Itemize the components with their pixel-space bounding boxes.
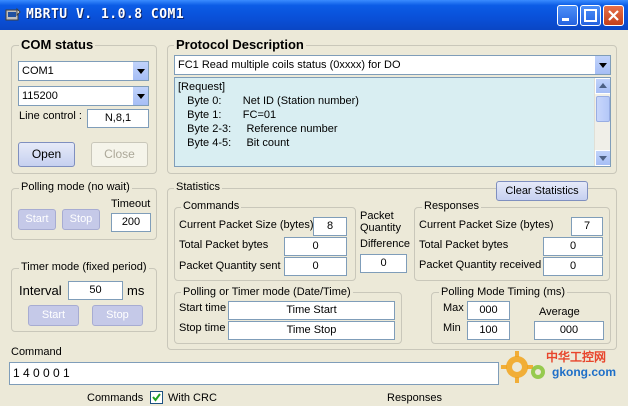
polling-timing-title: Polling Mode Timing (ms) [439,286,568,298]
title-bar[interactable]: MBRTU V. 1.0.8 COM1 [0,0,628,30]
chevron-down-icon[interactable] [132,87,148,105]
commands-stats-title: Commands [181,200,242,212]
resp-current-size-label: Current Packet Size (bytes) [419,219,554,231]
timeout-field[interactable]: 200 [111,213,151,232]
cmd-quantity-field[interactable]: 0 [284,257,347,276]
date-time-title: Polling or Timer mode (Date/Time) [181,286,353,298]
difference-label-line3: Difference [360,238,410,250]
start-time-label: Start time [179,302,227,314]
protocol-line: Byte 2-3: Reference number [178,123,338,135]
watermark-cn: 中华工控网 [546,350,607,364]
close-button[interactable] [603,5,624,26]
function-code-select[interactable]: FC1 Read multiple coils status (0xxxx) f… [174,55,611,75]
command-input[interactable]: 1 4 0 0 0 1 [9,362,499,385]
minimize-icon [562,18,569,21]
timer-stop-button[interactable]: Stop [92,305,143,326]
polling-stop-button[interactable]: Stop [62,209,100,230]
line-control-field[interactable]: N,8,1 [87,109,149,128]
timeout-label: Timeout [111,198,151,210]
maximize-icon [584,9,597,22]
line-control-label: Line control : [19,110,82,122]
clear-statistics-button[interactable]: Clear Statistics [496,181,588,201]
resp-quantity-label: Packet Quantity received [419,259,542,271]
baud-rate-select[interactable]: 115200 [18,86,149,106]
with-crc-label: With CRC [168,392,217,404]
difference-field[interactable]: 0 [360,254,407,273]
baud-rate-value: 115200 [22,90,58,102]
command-label: Command [11,346,62,358]
resp-total-label: Total Packet bytes [419,239,509,251]
cmd-total-field[interactable]: 0 [284,237,347,256]
average-field[interactable]: 000 [534,321,604,340]
protocol-line: [Request] [178,81,226,93]
cmd-current-size-field[interactable]: 8 [313,217,347,236]
max-label: Max [443,302,464,314]
maximize-button[interactable] [580,5,601,26]
app-icon [5,7,21,21]
protocol-line: Byte 0: Net ID (Station number) [178,95,359,107]
min-field[interactable]: 100 [467,321,510,340]
min-label: Min [443,322,461,334]
cmd-total-label: Total Packet bytes [179,239,269,251]
stop-time-field[interactable]: Time Stop [228,321,395,340]
minimize-button[interactable] [557,5,578,26]
scroll-up-icon[interactable] [595,78,610,94]
window-title: MBRTU V. 1.0.8 COM1 [26,7,185,22]
com-port-value: COM1 [22,65,54,77]
polling-mode-title: Polling mode (no wait) [19,181,132,193]
average-label: Average [539,306,580,318]
responses-stats-title: Responses [422,200,482,212]
scroll-down-icon[interactable] [595,150,610,166]
resp-total-field[interactable]: 0 [543,237,603,256]
close-port-button[interactable]: Close [91,142,148,167]
interval-unit: ms [127,283,145,298]
protocol-line: Byte 4-5: Bit count [178,137,290,149]
close-icon [608,10,619,21]
resp-current-size-field[interactable]: 7 [571,217,603,236]
protocol-title: Protocol Description [174,37,306,52]
polling-start-button[interactable]: Start [18,209,56,230]
statistics-title: Statistics [174,181,223,193]
timer-start-button[interactable]: Start [28,305,79,326]
max-field[interactable]: 000 [467,301,510,320]
chevron-down-icon[interactable] [132,62,148,80]
watermark-en: gkong.com [552,365,617,379]
difference-label-line1: Packet [360,210,394,222]
difference-label-line2: Quantity [360,222,401,234]
com-status-title: COM status [19,37,96,52]
with-crc-checkbox[interactable] [150,391,163,404]
open-button[interactable]: Open [18,142,75,167]
protocol-description-text[interactable]: [Request] Byte 0: Net ID (Station number… [174,77,611,167]
vertical-scrollbar[interactable] [594,78,610,166]
gkong-watermark: 中华工控网 gkong.com [500,346,620,388]
cmd-current-size-label: Current Packet Size (bytes) [179,219,314,231]
chevron-down-icon[interactable] [594,56,610,74]
interval-label: Interval [19,283,62,298]
com-port-select[interactable]: COM1 [18,61,149,81]
checkmark-icon [152,393,161,402]
scroll-thumb[interactable] [596,96,610,122]
timer-mode-title: Timer mode (fixed period) [19,261,149,273]
responses-label: Responses [387,392,443,404]
resp-quantity-field[interactable]: 0 [543,257,603,276]
commands-label: Commands [87,392,144,404]
cmd-quantity-label: Packet Quantity sent [179,260,281,272]
function-code-value: FC1 Read multiple coils status (0xxxx) f… [178,59,401,71]
interval-field[interactable]: 50 [68,281,123,300]
stop-time-label: Stop time [179,322,226,334]
protocol-line: Byte 1: FC=01 [178,109,277,121]
start-time-field[interactable]: Time Start [228,301,395,320]
